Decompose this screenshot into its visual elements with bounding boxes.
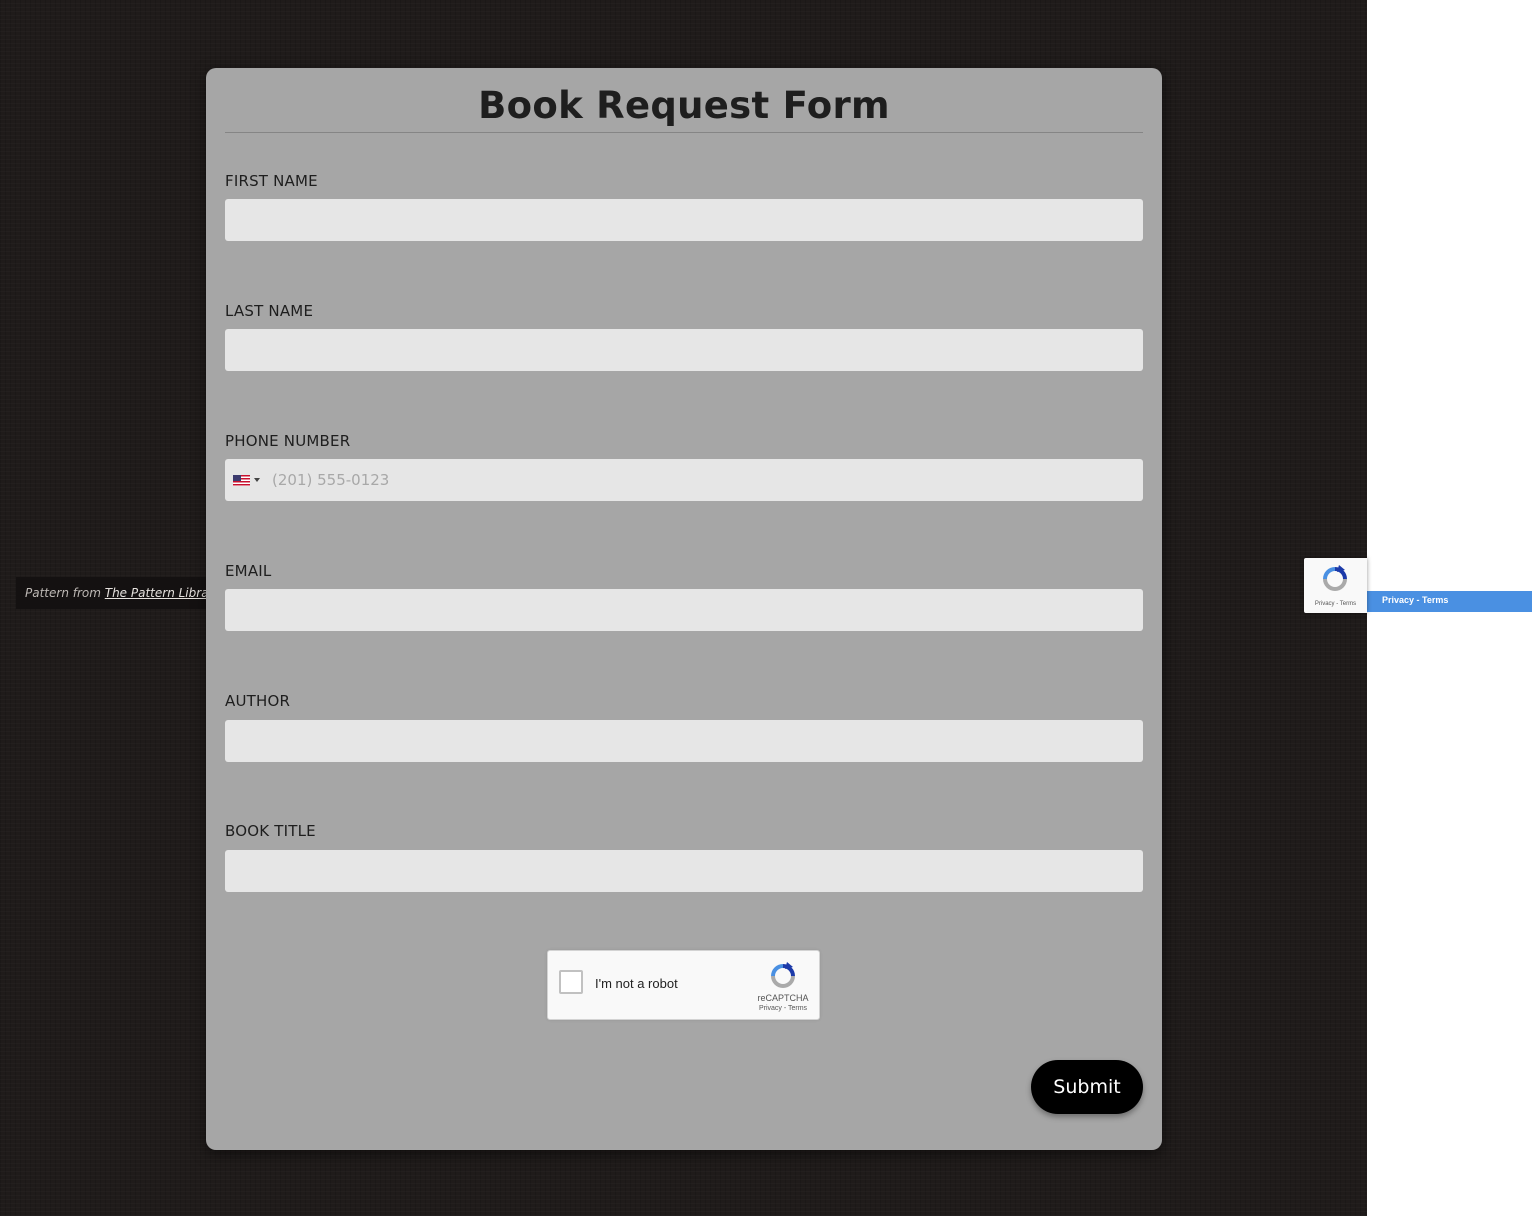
phone-number-label: PHONE NUMBER [225,432,351,450]
us-flag-icon [233,474,250,486]
form-title: Book Request Form [478,84,890,127]
pattern-credit: Pattern from The Pattern Library [16,577,216,609]
country-code-dropdown[interactable] [233,459,267,501]
author-input[interactable] [225,720,1143,762]
recaptcha-badge-expanded-bar[interactable]: Privacy - Terms [1367,591,1532,612]
caret-down-icon [254,478,260,482]
recaptcha-privacy-terms[interactable]: Privacy - Terms [744,1005,822,1012]
title-divider [225,132,1143,133]
first-name-label: FIRST NAME [225,172,318,190]
email-input[interactable] [225,589,1143,631]
recaptcha-logo-icon [771,962,795,988]
last-name-input[interactable] [225,329,1143,371]
recaptcha-brand: reCAPTCHA [757,993,809,1003]
submit-button[interactable]: Submit [1031,1060,1143,1114]
pattern-library-link[interactable]: The Pattern Library [105,586,216,600]
recaptcha-label: I'm not a robot [595,976,678,991]
book-title-input[interactable] [225,850,1143,892]
pattern-credit-prefix: Pattern from [25,586,105,600]
recaptcha-badge[interactable]: Privacy - Terms [1304,558,1367,613]
recaptcha-badge-bar-text[interactable]: Privacy - Terms [1382,595,1448,605]
last-name-label: LAST NAME [225,302,314,320]
book-request-form: Book Request Form FIRST NAME LAST NAME P… [206,68,1162,1150]
recaptcha-widget: I'm not a robot reCAPTCHA Privacy - Term… [547,950,820,1020]
email-label: EMAIL [225,562,272,580]
phone-number-input[interactable] [225,459,1143,501]
book-title-label: BOOK TITLE [225,822,316,840]
recaptcha-badge-links[interactable]: Privacy - Terms [1304,601,1367,607]
recaptcha-checkbox[interactable] [559,970,583,994]
recaptcha-badge-logo-icon [1323,565,1347,591]
author-label: AUTHOR [225,692,291,710]
first-name-input[interactable] [225,199,1143,241]
